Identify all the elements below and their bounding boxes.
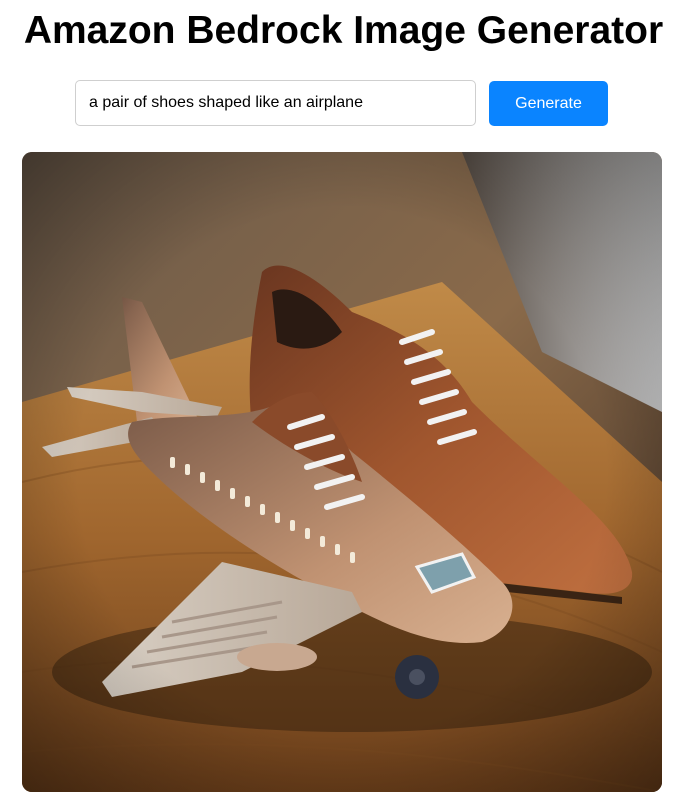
prompt-form: Generate — [0, 80, 687, 127]
page: Amazon Bedrock Image Generator Generate — [0, 0, 687, 810]
generated-image — [22, 152, 662, 792]
prompt-input[interactable] — [75, 80, 476, 126]
generated-image-illustration — [22, 152, 662, 792]
generate-button[interactable]: Generate — [489, 81, 608, 126]
page-title: Amazon Bedrock Image Generator — [23, 9, 664, 52]
